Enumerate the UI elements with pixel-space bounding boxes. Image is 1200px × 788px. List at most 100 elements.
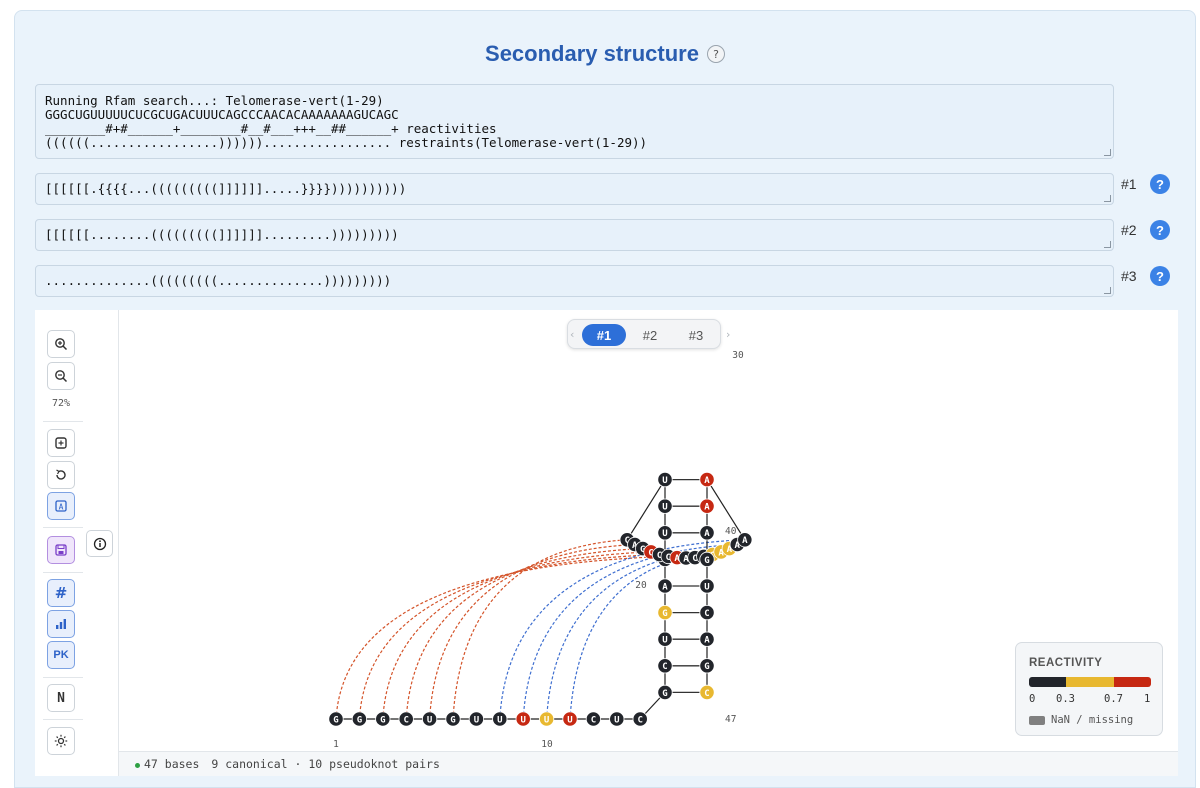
sequence-input[interactable]: Running Rfam search...: Telomerase-vert(… (35, 84, 1114, 159)
status-dot (135, 763, 140, 768)
resize-handle[interactable] (1104, 287, 1111, 294)
structure-1-input[interactable]: [[[[[[.{{{{...(((((((((]]]]]].....}}}}))… (35, 173, 1114, 205)
nucleotide-node[interactable]: G (328, 711, 344, 727)
nucleotide-node[interactable]: U (657, 472, 673, 488)
nucleotide-letter: A (662, 582, 668, 592)
legend-nan-entry: NaN / missing (1029, 714, 1133, 726)
structure-3-label: #3 (1121, 268, 1137, 284)
nucleotide-letter: G (662, 609, 667, 619)
nucleotide-letter: U (614, 715, 619, 725)
nucleotide-node[interactable]: C (699, 684, 715, 700)
structure-3-text: ..............(((((((((..............)))… (45, 273, 392, 288)
nucleotide-node[interactable]: C (585, 711, 602, 727)
nucleotide-node[interactable]: U (515, 711, 531, 727)
nucleotide-letter: C (704, 609, 709, 619)
nucleotide-node[interactable]: U (699, 578, 715, 594)
nucleotide-letter: U (520, 715, 525, 725)
nucleotide-letter: C (662, 662, 667, 672)
nucleotide-node[interactable]: G (657, 684, 673, 700)
structure-2-label: #2 (1121, 222, 1137, 238)
nucleotide-letter: U (662, 503, 667, 513)
nucleotide-node[interactable]: G (699, 551, 715, 567)
nucleotide-letter: C (591, 715, 596, 725)
nucleotide-node[interactable]: G (657, 604, 673, 621)
nan-label: NaN / missing (1051, 714, 1134, 726)
tab-structure-3[interactable]: #3 (674, 324, 718, 346)
structure-1-label: #1 (1121, 176, 1137, 192)
legend-tick-1: 1 (1144, 693, 1151, 705)
nucleotide-node[interactable]: A (699, 525, 715, 541)
nucleotide-letter: U (474, 715, 479, 725)
nucleotide-letter: A (704, 636, 710, 646)
nucleotide-node[interactable]: A (657, 578, 673, 594)
nucleotide-node[interactable]: G (699, 658, 715, 674)
nucleotide-letter: U (704, 582, 709, 592)
bases-text: 47 bases (144, 757, 200, 771)
legend-color-bar (1029, 677, 1151, 687)
reactivities-line: ________#+#______+________#__#___+++__##… (45, 121, 497, 136)
position-number-label: 47 (725, 714, 736, 725)
status-bar: 47 bases 9 canonical · 10 pseudoknot pai… (119, 751, 1178, 776)
structure-1-text: [[[[[[.{{{{...(((((((((]]]]]].....}}}}))… (45, 181, 407, 196)
tabs-next-icon[interactable]: › (726, 328, 730, 341)
nucleotide-node[interactable]: A (699, 498, 715, 514)
tab-structure-1[interactable]: #1 (582, 324, 626, 346)
nucleotide-node[interactable]: U (657, 498, 673, 514)
nucleotide-node[interactable]: U (421, 711, 438, 727)
legend-tick-0-3: 0.3 (1056, 693, 1075, 705)
title-help-button[interactable]: ? (706, 45, 725, 63)
sequence-line-2: GGGCUGUUUUUCUCGCUGACUUUCAGCCCAACACAAAAAA… (45, 107, 399, 122)
structure-2-text: [[[[[[........(((((((((]]]]]].........))… (45, 227, 399, 242)
pseudoknot-pair-line (358, 553, 660, 720)
nucleotide-node[interactable]: C (699, 604, 715, 621)
tabs-prev-icon[interactable]: ‹ (570, 328, 574, 341)
resize-handle[interactable] (1104, 241, 1111, 248)
position-number-label: 30 (732, 350, 744, 361)
nucleotide-letter: U (567, 715, 572, 725)
nucleotide-letter: U (662, 529, 667, 539)
nucleotide-node[interactable]: C (398, 711, 414, 727)
nucleotide-node[interactable]: U (562, 711, 578, 727)
nucleotide-node[interactable]: C (632, 711, 648, 727)
structure-tabs: ‹ #1 #2 #3 › (567, 319, 730, 349)
nucleotide-node[interactable]: A (699, 631, 715, 647)
title-row: Secondary structure ? (15, 41, 1195, 67)
nucleotide-node[interactable]: U (492, 711, 508, 727)
structure-1-help-button[interactable]: ? (1150, 174, 1170, 194)
resize-handle[interactable] (1104, 149, 1111, 156)
nucleotide-node[interactable]: A (737, 532, 753, 548)
nucleotide-node[interactable]: A (699, 472, 715, 488)
nucleotide-node[interactable]: G (375, 711, 391, 727)
position-number-label: 40 (725, 526, 737, 537)
nucleotide-node[interactable]: G (445, 711, 461, 727)
nucleotide-letter: C (403, 715, 408, 725)
nucleotide-letter: U (497, 715, 502, 725)
nucleotide-letter: A (742, 536, 748, 546)
nucleotide-node[interactable]: U (657, 631, 673, 647)
restraints-line: ((((((.................))))))...........… (45, 135, 648, 150)
nucleotide-node[interactable]: G (351, 711, 367, 727)
resize-handle[interactable] (1104, 195, 1111, 202)
nucleotide-node[interactable]: U (538, 711, 555, 727)
nucleotide-letter: C (704, 689, 709, 699)
position-number-label: 10 (541, 739, 553, 750)
nucleotide-node[interactable]: U (609, 711, 625, 727)
nucleotide-node[interactable]: C (657, 658, 673, 674)
structure-3-help-button[interactable]: ? (1150, 266, 1170, 286)
structure-3-input[interactable]: ..............(((((((((..............)))… (35, 265, 1114, 297)
nucleotide-letter: G (450, 715, 455, 725)
pseudoknot-pair-line (405, 547, 643, 720)
nucleotide-letter: A (704, 476, 710, 486)
nucleotide-node[interactable]: U (468, 711, 484, 727)
nucleotide-letter: A (704, 529, 710, 539)
bases-count: 47 bases (135, 757, 199, 771)
nucleotide-letter: U (544, 715, 549, 725)
structure-2-input[interactable]: [[[[[[........(((((((((]]]]]].........))… (35, 219, 1114, 251)
legend-tick-0-7: 0.7 (1104, 693, 1123, 705)
structure-2-help-button[interactable]: ? (1150, 220, 1170, 240)
tab-structure-2[interactable]: #2 (628, 324, 672, 346)
nucleotide-letter: C (637, 715, 642, 725)
nucleotide-letter: U (662, 636, 667, 646)
nucleotide-node[interactable]: U (657, 525, 673, 541)
nucleotide-letter: G (704, 556, 709, 566)
